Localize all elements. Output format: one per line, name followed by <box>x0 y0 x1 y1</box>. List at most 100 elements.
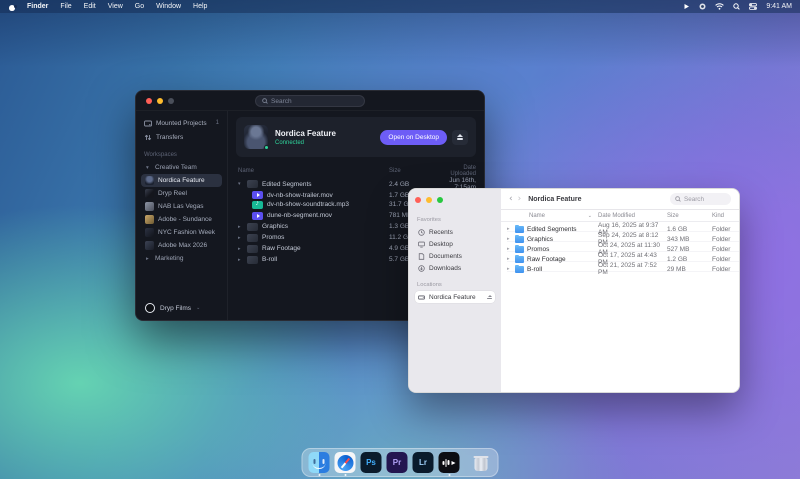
file-name: Raw Footage <box>527 256 566 263</box>
minimize-window-button[interactable] <box>157 98 163 104</box>
dock-premiere-icon[interactable]: Pr <box>387 452 408 473</box>
column-header-date-uploaded[interactable]: Date Uploaded <box>438 165 476 177</box>
app-search-field[interactable] <box>255 95 365 107</box>
file-name: Edited Segments <box>262 181 312 188</box>
finder-search-field[interactable] <box>670 193 731 205</box>
file-name: Promos <box>527 246 549 253</box>
workspaces-section-label: Workspaces <box>136 148 227 161</box>
disclosure-triangle-icon[interactable]: ▸ <box>507 256 512 262</box>
column-header-name[interactable]: Name⌄ <box>507 213 598 219</box>
sidebar-item-label: Downloads <box>429 265 461 272</box>
transfers-label: Transfers <box>156 134 183 141</box>
finder-search-input[interactable] <box>684 196 726 203</box>
table-header: Name Size Date Uploaded <box>236 165 476 177</box>
document-icon <box>418 253 425 260</box>
open-on-desktop-button[interactable]: Open on Desktop <box>380 130 447 145</box>
workspace-item-label: Dryp Reel <box>158 190 187 197</box>
column-header-size[interactable]: Size <box>667 213 712 219</box>
workspace-group-creative-team[interactable]: ▾ Creative Team <box>136 161 227 174</box>
wifi-icon[interactable] <box>715 3 724 10</box>
sidebar-item-nordica-feature[interactable]: Nordica Feature <box>141 174 222 187</box>
zoom-window-button[interactable] <box>168 98 174 104</box>
dock-trash-icon[interactable] <box>471 452 492 473</box>
table-row[interactable]: ▸Graphics Sep 24, 2025 at 8:12 PM 343 MB… <box>507 232 739 242</box>
close-window-button[interactable] <box>415 197 421 203</box>
disclosure-triangle-icon[interactable]: ▸ <box>507 236 512 242</box>
disclosure-triangle-icon[interactable]: ▸ <box>507 226 512 232</box>
eject-button[interactable] <box>452 130 468 145</box>
disclosure-triangle-icon[interactable]: ▸ <box>507 266 512 272</box>
folder-icon <box>515 226 524 233</box>
finder-main-panel: ‹ › Nordica Feature Name⌄ Date Modified … <box>501 189 739 392</box>
eject-volume-button[interactable] <box>487 295 492 299</box>
menu-item-window[interactable]: Window <box>155 3 182 10</box>
control-center-icon[interactable] <box>749 3 757 10</box>
table-row[interactable]: ▸Raw Footage Oct 17, 2025 at 4:43 PM 1.2… <box>507 252 739 262</box>
apple-logo-icon[interactable] <box>8 3 16 11</box>
finder-sidebar: Favorites Recents Desktop Documents Down… <box>409 189 501 392</box>
column-header-date-modified[interactable]: Date Modified <box>598 213 667 219</box>
table-row[interactable]: ▸B-roll Oct 21, 2025 at 7:52 PM 29 MB Fo… <box>507 262 739 272</box>
file-size: 2.4 GB <box>389 181 438 188</box>
spotlight-search-icon[interactable] <box>733 3 740 10</box>
file-size: 29 MB <box>667 266 712 273</box>
sidebar-item-adobe-sundance[interactable]: Adobe - Sundance <box>141 213 222 226</box>
workspace-item-label: NAB Las Vegas <box>158 203 204 210</box>
sidebar-item-dryp-reel[interactable]: Dryp Reel <box>141 187 222 200</box>
transfers-icon <box>144 134 152 141</box>
table-row[interactable]: ▸Promos Oct 24, 2025 at 11:30 AM 527 MB … <box>507 242 739 252</box>
app-sidebar: Mounted Projects 1 Transfers Workspaces … <box>136 111 228 321</box>
sidebar-item-downloads[interactable]: Downloads <box>415 262 495 274</box>
sidebar-item-nordica-feature-volume[interactable]: Nordica Feature <box>415 291 495 303</box>
sidebar-item-desktop[interactable]: Desktop <box>415 238 495 250</box>
project-avatar <box>244 125 268 149</box>
column-header-name[interactable]: Name <box>238 168 389 174</box>
disclosure-triangle-icon[interactable]: ▸ <box>507 246 512 252</box>
dock-lightroom-icon[interactable]: Lr <box>413 452 434 473</box>
folder-icon <box>515 246 524 253</box>
close-window-button[interactable] <box>146 98 152 104</box>
chevron-right-icon: ▸ <box>146 256 151 262</box>
sidebar-item-recents[interactable]: Recents <box>415 226 495 238</box>
column-header-kind[interactable]: Kind <box>712 213 739 219</box>
dock-safari-icon[interactable] <box>335 452 356 473</box>
sidebar-item-nyc-fashion-week[interactable]: NYC Fashion Week <box>141 226 222 239</box>
chevron-right-icon[interactable]: ▸ <box>238 235 243 241</box>
dock-dryp-app-icon[interactable] <box>439 452 460 473</box>
file-name: Promos <box>262 234 284 241</box>
dock-finder-icon[interactable] <box>309 452 330 473</box>
file-size: 343 MB <box>667 236 712 243</box>
back-button[interactable]: ‹ <box>509 195 513 204</box>
sidebar-item-mounted-projects[interactable]: Mounted Projects 1 <box>136 116 227 130</box>
app-search-input[interactable] <box>271 98 351 105</box>
chevron-right-icon[interactable]: ▸ <box>238 224 243 230</box>
menu-item-go[interactable]: Go <box>134 3 145 10</box>
sidebar-item-nab-las-vegas[interactable]: NAB Las Vegas <box>141 200 222 213</box>
forward-button[interactable]: › <box>518 195 522 204</box>
dock-photoshop-icon[interactable]: Ps <box>361 452 382 473</box>
sidebar-item-adobe-max-2026[interactable]: Adobe Max 2026 <box>141 239 222 252</box>
column-header-size[interactable]: Size <box>389 168 438 174</box>
table-row[interactable]: ▸Edited Segments Aug 16, 2025 at 9:37 AM… <box>507 222 739 232</box>
menu-item-file[interactable]: File <box>59 3 72 10</box>
account-switcher[interactable]: Dryp Films ⌄ <box>136 300 227 321</box>
menu-item-finder[interactable]: Finder <box>26 3 49 10</box>
sidebar-item-documents[interactable]: Documents <box>415 250 495 262</box>
project-thumbnail <box>145 241 154 250</box>
screen-mirroring-icon[interactable] <box>683 3 690 10</box>
menu-item-view[interactable]: View <box>107 3 124 10</box>
focus-mode-icon[interactable] <box>699 3 706 10</box>
running-indicator <box>318 474 320 476</box>
zoom-window-button[interactable] <box>437 197 443 203</box>
chevron-down-icon[interactable]: ▾ <box>238 181 243 187</box>
chevron-right-icon[interactable]: ▸ <box>238 257 243 263</box>
workspace-group-marketing[interactable]: ▸ Marketing <box>136 252 227 265</box>
menu-item-help[interactable]: Help <box>192 3 208 10</box>
table-row[interactable]: ▾Edited Segments 2.4 GB Jun 16th, 7:15am <box>236 177 476 188</box>
folder-thumbnail <box>247 234 258 242</box>
minimize-window-button[interactable] <box>426 197 432 203</box>
sidebar-item-transfers[interactable]: Transfers <box>136 130 227 144</box>
menu-item-edit[interactable]: Edit <box>83 3 97 10</box>
menu-bar-clock[interactable]: 9:41 AM <box>766 3 792 10</box>
chevron-right-icon[interactable]: ▸ <box>238 246 243 252</box>
